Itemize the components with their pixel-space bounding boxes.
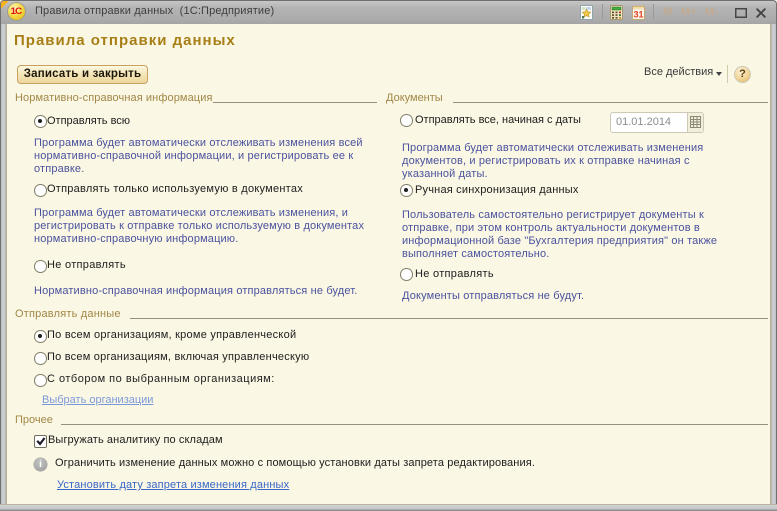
svg-text:31: 31	[633, 10, 643, 20]
